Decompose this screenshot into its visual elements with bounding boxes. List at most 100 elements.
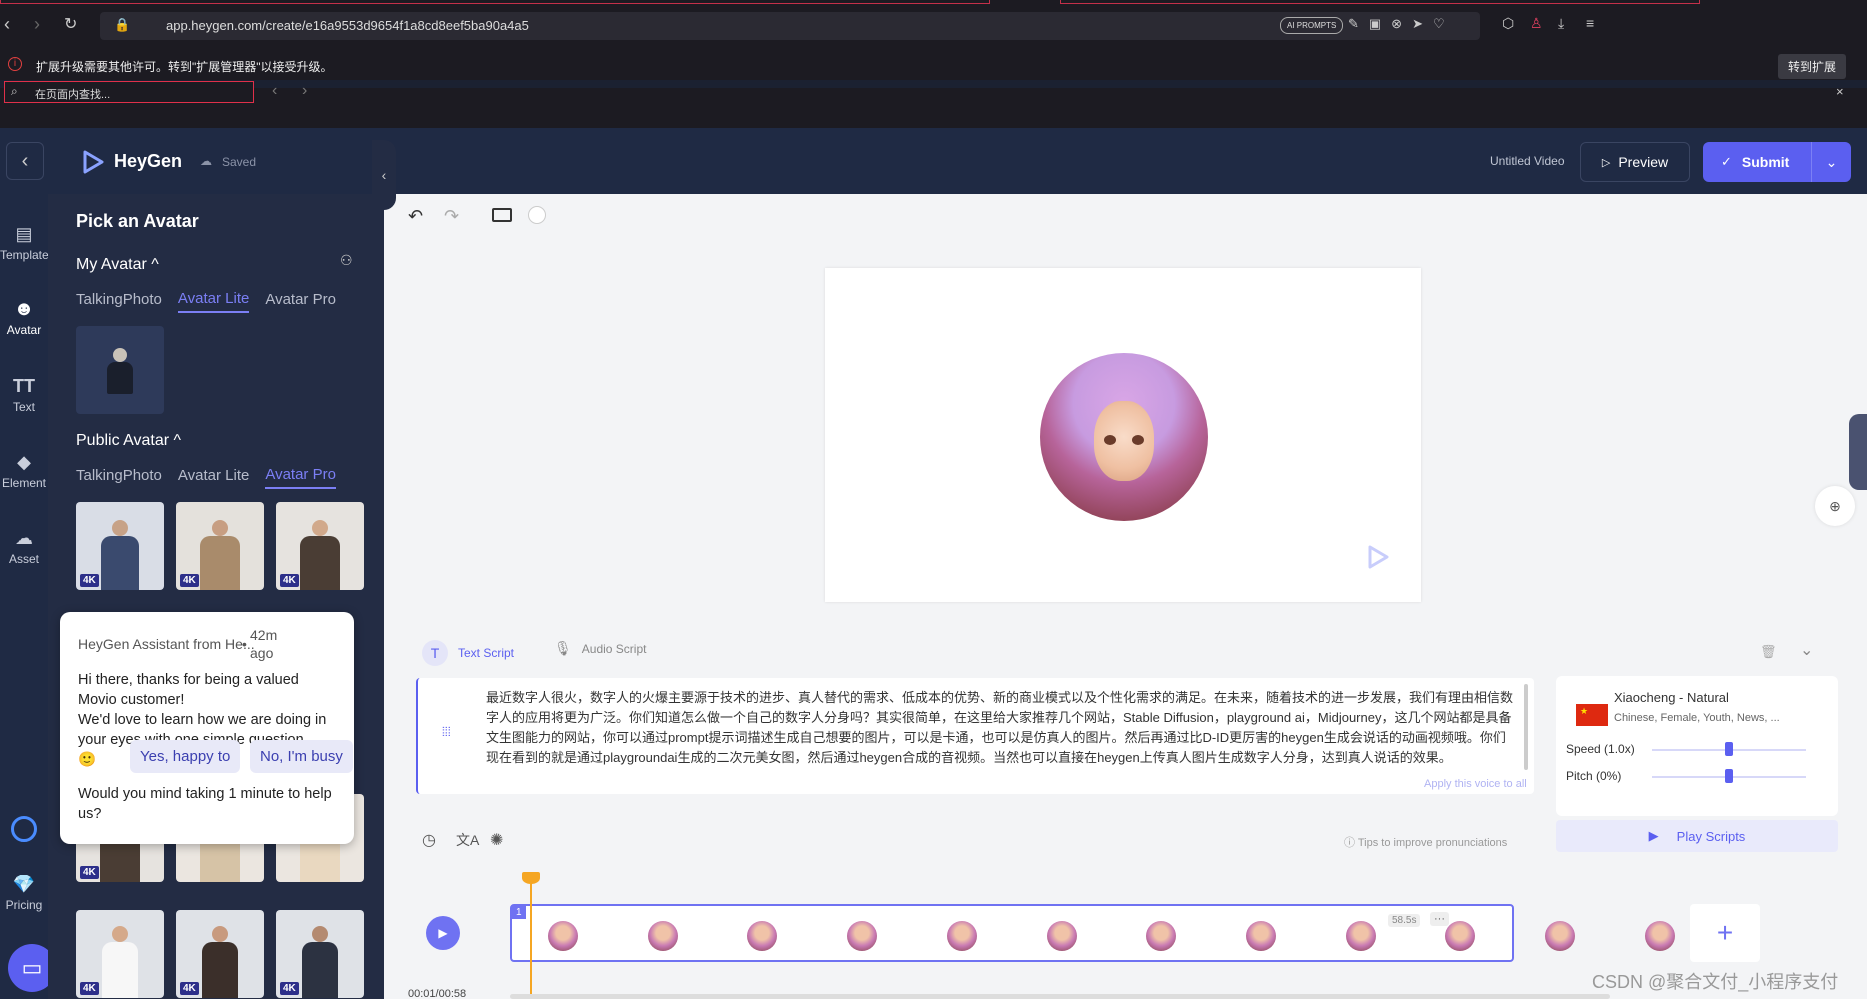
browser-toolbar: ‹ › ↻ 🔒 app.heygen.com/create/e16a9553d9… (0, 0, 1867, 52)
tab-public-avatar-lite[interactable]: Avatar Lite (178, 467, 249, 488)
public-avatar-tabs: TalkingPhoto Avatar Lite Avatar Pro (76, 466, 352, 489)
add-avatar-icon[interactable]: ⚇ (340, 252, 353, 269)
extension-icons[interactable]: ✎▣⊗➤♡ (1348, 16, 1455, 32)
find-prev-icon[interactable]: ‹ (272, 82, 277, 100)
public-avatar-thumb[interactable]: 4K (276, 502, 364, 590)
public-avatar-thumb[interactable]: 4K (76, 910, 164, 998)
timeline-frame-thumb (1644, 921, 1675, 951)
background-color-swatch[interactable] (528, 206, 546, 224)
speed-slider-handle[interactable] (1725, 742, 1733, 756)
script-editor[interactable]: ⦙⦙⦙ 最近数字人很火，数字人的火爆主要源于技术的进步、真人替代的需求、低成本的… (416, 678, 1534, 794)
right-edge-handle[interactable] (1849, 414, 1867, 490)
scene-duration: 58.5s (1388, 914, 1421, 927)
asset-icon: ☁ (15, 528, 33, 548)
aspect-ratio-icon[interactable] (492, 208, 512, 222)
pitch-slider[interactable] (1652, 769, 1806, 783)
back-icon[interactable]: ‹ (4, 14, 10, 35)
scene-more-icon[interactable]: ··· (1430, 912, 1449, 926)
add-scene-button[interactable]: + (1690, 904, 1760, 962)
my-avatar-thumb[interactable] (76, 326, 164, 414)
sidebar-item-avatar[interactable]: ☻ Avatar (0, 298, 48, 337)
zoom-button[interactable]: ⊕ (1815, 486, 1855, 526)
play-scripts-button[interactable]: ▶ Play Scripts (1556, 820, 1838, 852)
timeline-scrollbar[interactable] (510, 994, 1610, 999)
tab-my-avatar-pro[interactable]: Avatar Pro (265, 291, 336, 312)
apply-voice-all-link[interactable]: Apply this voice to all (1424, 778, 1527, 790)
search-icon: ⌕ (11, 84, 18, 98)
my-avatar-heading[interactable]: My Avatar ^ (76, 256, 159, 274)
video-canvas[interactable] (825, 268, 1421, 602)
submit-dropdown[interactable]: ⌄ (1811, 142, 1851, 182)
script-scrollbar[interactable] (1524, 684, 1528, 770)
reload-icon[interactable]: ↻ (64, 14, 77, 34)
find-close-icon[interactable]: × (1836, 84, 1844, 99)
heygen-logo-icon (83, 150, 104, 174)
collapse-chevron-icon[interactable]: ⌄ (1800, 640, 1813, 660)
url-text: app.heygen.com/create/e16a9553d9654f1a8c… (166, 18, 529, 33)
preview-button[interactable]: ▷ Preview (1580, 142, 1690, 182)
profile-icon[interactable]: ♙ (1530, 15, 1543, 32)
pricing-icon: 💎 (12, 874, 36, 894)
find-next-icon[interactable]: › (302, 82, 307, 100)
sidebar-item-text[interactable]: TT Text (0, 376, 48, 414)
pitch-slider-handle[interactable] (1725, 769, 1733, 783)
info-icon: i (8, 57, 22, 71)
delete-icon[interactable]: 🗑 (1760, 644, 1777, 660)
download-icon[interactable]: ⤓ (1558, 15, 1564, 32)
timeline-frame-thumb (1046, 921, 1077, 951)
sidebar-item-element[interactable]: ◆ Element (0, 452, 48, 490)
chat-separator: • (242, 636, 247, 652)
forward-icon[interactable]: › (34, 14, 40, 35)
public-avatar-heading[interactable]: Public Avatar ^ (76, 432, 181, 450)
watermark-logo-icon (1368, 545, 1389, 569)
menu-icon[interactable]: ≡ (1586, 15, 1594, 31)
avatar-figure (113, 348, 127, 362)
undo-icon[interactable]: ↶ (408, 206, 423, 227)
chat-no-button[interactable]: No, I'm busy (250, 740, 353, 773)
timeline-frame-thumb (847, 921, 878, 951)
translate-icon[interactable]: 文A (456, 830, 479, 850)
timeline-frame-thumb (1245, 921, 1276, 951)
chevron-up-icon: ^ (151, 256, 159, 273)
cube-icon[interactable]: ⬡ (1502, 15, 1514, 32)
public-avatar-thumb[interactable]: 4K (276, 910, 364, 998)
movio-logo-icon[interactable] (0, 816, 48, 842)
back-button[interactable]: ‹ (6, 142, 44, 180)
chat-yes-button[interactable]: Yes, happy to (130, 740, 241, 773)
collapse-panel-handle[interactable]: ‹ (372, 140, 396, 210)
public-avatar-thumb[interactable]: 4K (176, 502, 264, 590)
sidebar-item-pricing[interactable]: 💎 Pricing (0, 874, 48, 912)
ai-prompts-badge[interactable]: AI PROMPTS (1280, 17, 1344, 34)
clock-icon[interactable]: ◷ (422, 830, 436, 850)
find-input[interactable]: ⌕ 在页面内查找... (4, 81, 254, 103)
voice-name[interactable]: Xiaocheng - Natural (1614, 690, 1729, 705)
public-avatar-thumb[interactable]: 4K (76, 502, 164, 590)
goto-extensions-button[interactable]: 转到扩展 (1778, 54, 1847, 79)
speed-slider[interactable] (1652, 742, 1806, 756)
tab-audio-script[interactable]: 🎙 Audio Script (554, 640, 646, 657)
sidebar-item-template[interactable]: ▤ Template (0, 224, 49, 262)
submit-button[interactable]: ✓ Submit ⌄ (1703, 142, 1851, 182)
tips-link[interactable]: ⓘ Tips to improve pronunciations (1344, 834, 1507, 850)
playhead[interactable] (522, 872, 540, 999)
tab-public-talkingphoto[interactable]: TalkingPhoto (76, 467, 162, 488)
redo-icon[interactable]: ↷ (444, 206, 459, 227)
sidebar-item-asset[interactable]: ☁ Asset (0, 528, 48, 566)
tab-my-talkingphoto[interactable]: TalkingPhoto (76, 291, 162, 312)
timeline-play-button[interactable]: ▶ (426, 916, 460, 950)
tab-text-script[interactable]: T Text Script (422, 640, 514, 666)
extension-notice-bar: i 扩展升级需要其他许可。转到"扩展管理器"以接受升级。 转到扩展 (0, 52, 1867, 80)
avatar-circle[interactable] (1040, 353, 1208, 521)
address-bar[interactable]: 🔒 app.heygen.com/create/e16a9553d9654f1a… (100, 12, 1480, 40)
tab-public-avatar-pro[interactable]: Avatar Pro (265, 466, 336, 489)
chat-sender: HeyGen Assistant from He... (78, 636, 255, 652)
left-sidebar: ▤ Template ☻ Avatar TT Text ◆ Element ☁ Asset… (0, 194, 56, 999)
video-title[interactable]: Untitled Video (1490, 154, 1565, 168)
chat-popup: HeyGen Assistant from He... • 42m ago Hi… (60, 612, 354, 844)
play-icon: ▶ (1648, 828, 1659, 843)
openai-icon[interactable]: ✺ (490, 830, 503, 850)
tab-my-avatar-lite[interactable]: Avatar Lite (177, 290, 250, 313)
script-text[interactable]: 最近数字人很火，数字人的火爆主要源于技术的进步、真人替代的需求、低成本的优势、新… (486, 688, 1516, 768)
public-avatar-thumb[interactable]: 4K (176, 910, 264, 998)
cloud-icon: ☁ (200, 154, 212, 168)
